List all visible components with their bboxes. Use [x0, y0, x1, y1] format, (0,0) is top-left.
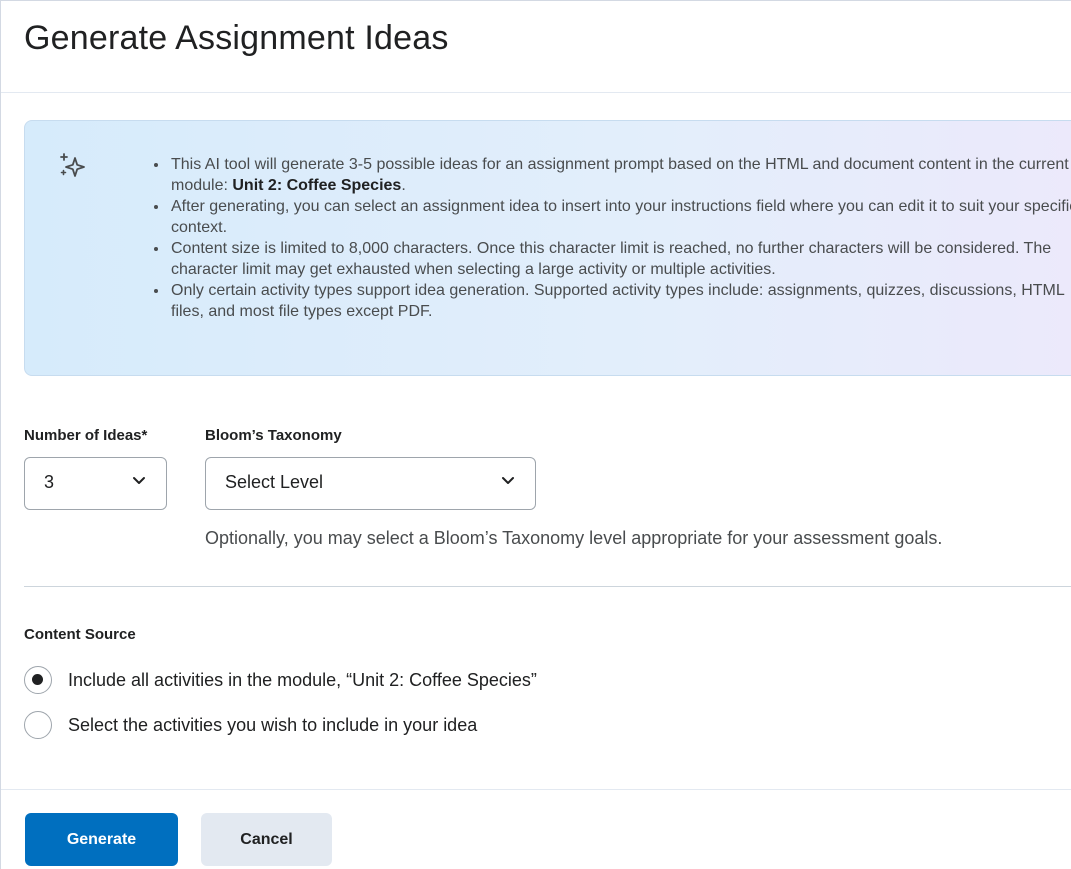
- footer-divider: [1, 789, 1071, 790]
- generate-assignment-ideas-dialog: Generate Assignment Ideas This AI tool w…: [0, 0, 1071, 869]
- dialog-title: Generate Assignment Ideas: [24, 19, 449, 57]
- chevron-down-icon: [502, 477, 514, 484]
- generate-button[interactable]: Generate: [25, 813, 178, 866]
- divider: [24, 586, 1071, 587]
- cancel-button[interactable]: Cancel: [201, 813, 332, 866]
- blooms-taxonomy-label: Bloom’s Taxonomy: [205, 427, 342, 444]
- chevron-down-icon: [133, 477, 145, 484]
- sparkle-icon: [60, 153, 85, 177]
- blooms-help-text: Optionally, you may select a Bloom’s Tax…: [205, 528, 943, 548]
- radio-button[interactable]: [24, 711, 52, 739]
- blooms-taxonomy-value: Select Level: [225, 472, 324, 492]
- info-panel: This AI tool will generate 3-5 possible …: [24, 120, 1071, 376]
- info-list: This AI tool will generate 3-5 possible …: [147, 154, 1071, 322]
- radio-label: Select the activities you wish to includ…: [68, 714, 478, 735]
- dialog-header: Generate Assignment Ideas: [1, 1, 1071, 93]
- radio-select-activities[interactable]: Select the activities you wish to includ…: [24, 709, 477, 741]
- number-of-ideas-label: Number of Ideas*: [24, 427, 148, 444]
- module-name: Unit 2: Coffee Species: [232, 177, 402, 194]
- blooms-taxonomy-select[interactable]: Select Level: [205, 457, 536, 510]
- info-item: Only certain activity types support idea…: [169, 280, 1071, 322]
- radio-label: Include all activities in the module, “U…: [68, 669, 537, 690]
- info-item: Content size is limited to 8,000 charact…: [169, 238, 1071, 280]
- info-item: This AI tool will generate 3-5 possible …: [169, 154, 1071, 196]
- number-of-ideas-select[interactable]: 3: [24, 457, 167, 510]
- number-of-ideas-value: 3: [44, 472, 55, 492]
- radio-include-all-activities[interactable]: Include all activities in the module, “U…: [24, 664, 537, 696]
- content-source-label: Content Source: [24, 626, 136, 643]
- radio-button-checked[interactable]: [24, 666, 52, 694]
- info-item: After generating, you can select an assi…: [169, 196, 1071, 238]
